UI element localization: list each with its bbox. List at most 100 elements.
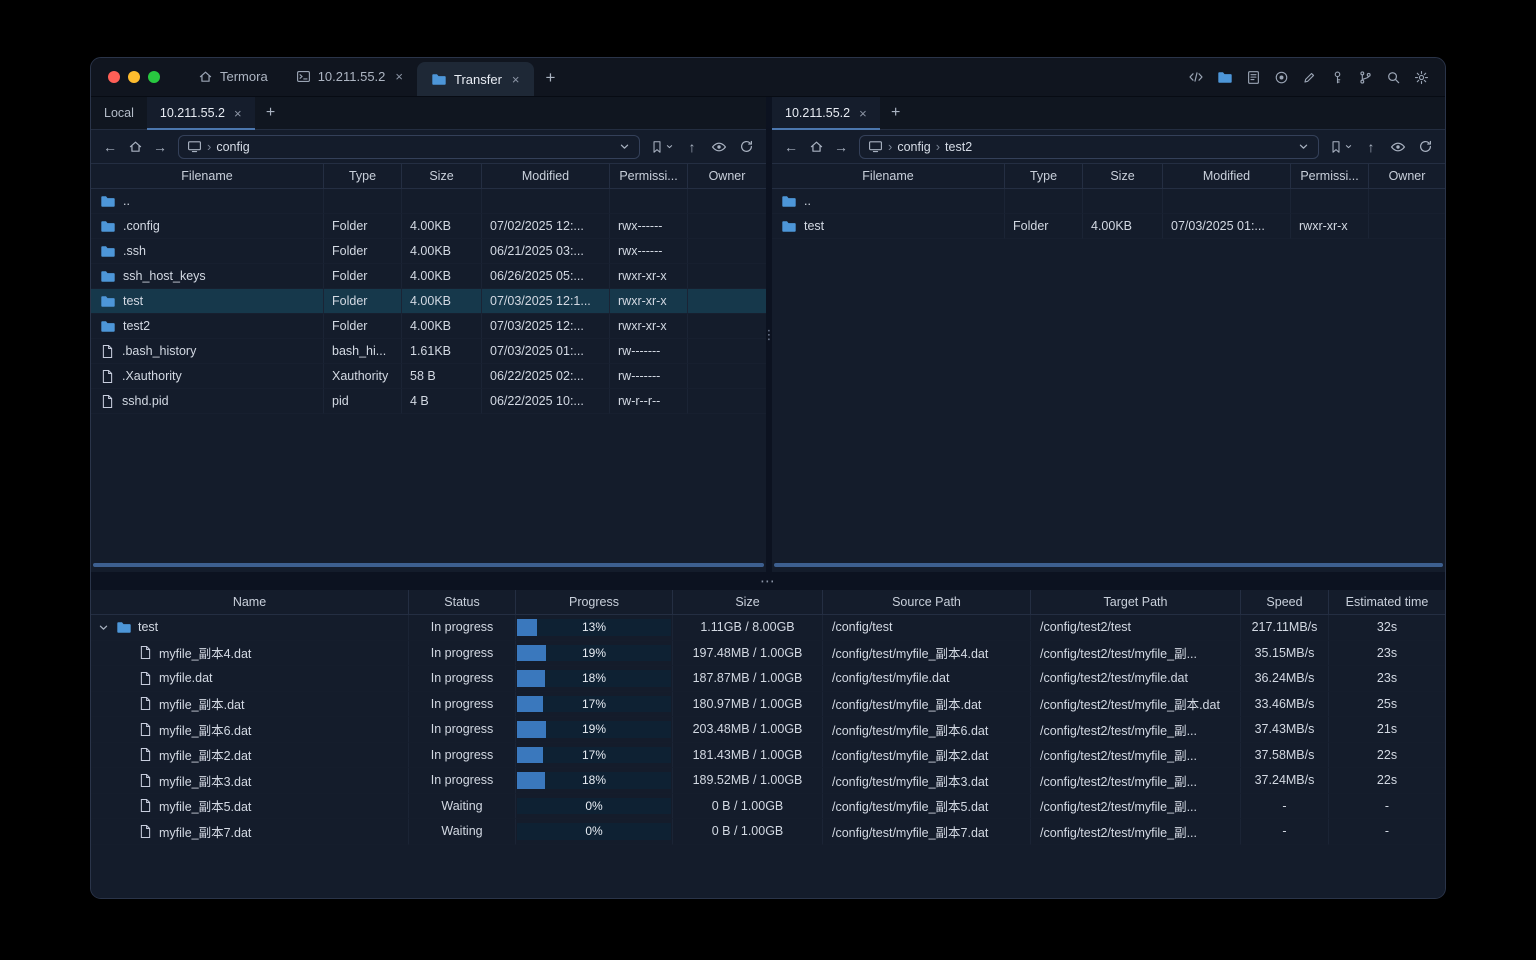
close-icon[interactable]: × <box>512 72 520 87</box>
panel-tab-10-211-55-2[interactable]: 10.211.55.2 × <box>772 97 880 130</box>
bookmark-button[interactable] <box>647 135 677 159</box>
column-header-progress[interactable]: Progress <box>516 590 673 614</box>
back-button[interactable]: ← <box>780 136 802 158</box>
column-header-owner[interactable]: Owner <box>688 164 766 188</box>
column-header-size[interactable]: Size <box>673 590 823 614</box>
record-icon[interactable] <box>1274 70 1289 85</box>
transfer-row[interactable]: test In progress 13% 1.11GB / 8.00GB/config… <box>91 615 1445 641</box>
file-type: Folder <box>324 314 402 339</box>
transfer-row[interactable]: myfile.dat In progress 18% 187.87MB / 1.00G… <box>91 666 1445 692</box>
column-header-estimated-time[interactable]: Estimated time <box>1329 590 1445 614</box>
new-panel-tab-button[interactable]: + <box>255 97 287 129</box>
path-dropdown-chevron-icon[interactable] <box>1297 140 1310 153</box>
column-header-size[interactable]: Size <box>1083 164 1163 188</box>
breadcrumb-item[interactable]: config <box>897 140 930 154</box>
folder-icon[interactable] <box>1217 69 1233 85</box>
settings-icon[interactable] <box>1414 70 1429 85</box>
close-icon[interactable]: × <box>859 106 867 121</box>
file-row[interactable]: test Folder 4.00KB 07/03/2025 01:... rwxr-xr… <box>772 214 1445 239</box>
app-tab-transfer[interactable]: Transfer × <box>417 62 534 96</box>
new-app-tab-button[interactable]: + <box>534 58 568 97</box>
transfer-eta: 22s <box>1329 743 1445 768</box>
app-tab-termora[interactable]: Termora <box>184 58 282 96</box>
file-row[interactable]: .bash_history bash_hi... 1.61KB 07/03/2025 … <box>91 339 766 364</box>
panel-tab-local[interactable]: Local <box>91 97 147 129</box>
transfer-row[interactable]: myfile_副本5.dat Waiting 0% 0 B / 1.00GB/conf… <box>91 793 1445 819</box>
zoom-window-button[interactable] <box>148 71 160 83</box>
expand-chevron-icon[interactable] <box>97 621 110 634</box>
column-header-target-path[interactable]: Target Path <box>1031 590 1241 614</box>
refresh-button[interactable] <box>1413 135 1437 159</box>
path-field[interactable]: › config <box>178 134 640 159</box>
key-icon[interactable] <box>1330 70 1345 85</box>
forward-button[interactable]: → <box>830 136 852 158</box>
path-field[interactable]: › config › test2 <box>859 134 1319 159</box>
transfer-row[interactable]: myfile_副本2.dat In progress 17% 181.43MB / 1… <box>91 742 1445 768</box>
log-icon[interactable] <box>1246 70 1261 85</box>
file-table-header: Filename Type Size Modified Permissi... Owner <box>772 163 1445 189</box>
column-header-modified[interactable]: Modified <box>1163 164 1291 188</box>
bookmark-button[interactable] <box>1326 135 1356 159</box>
file-row[interactable]: ssh_host_keys Folder 4.00KB 06/26/2025 05:.… <box>91 264 766 289</box>
file-row[interactable]: sshd.pid pid 4 B 06/22/2025 10:... rw-r--r-- <box>91 389 766 414</box>
column-header-type[interactable]: Type <box>1005 164 1083 188</box>
app-tab-10-211-55-2[interactable]: 10.211.55.2 × <box>282 58 417 96</box>
transfer-status: In progress <box>409 691 516 717</box>
file-row[interactable]: test Folder 4.00KB 07/03/2025 12:1... rwxr-x… <box>91 289 766 314</box>
transfer-row[interactable]: myfile_副本3.dat In progress 18% 189.52MB / 1… <box>91 768 1445 794</box>
pencil-icon[interactable] <box>1302 70 1317 85</box>
breadcrumb-item[interactable]: config <box>216 140 249 154</box>
transfer-row[interactable]: myfile_副本7.dat Waiting 0% 0 B / 1.00GB/conf… <box>91 819 1445 845</box>
show-hidden-files-button[interactable] <box>707 135 731 159</box>
column-header-status[interactable]: Status <box>409 590 516 614</box>
show-hidden-files-button[interactable] <box>1386 135 1410 159</box>
home-button[interactable] <box>124 136 146 158</box>
file-row[interactable]: test2 Folder 4.00KB 07/03/2025 12:... rwxr-x… <box>91 314 766 339</box>
panel-toolbar: ← → › config › test2 ↑ <box>772 130 1445 163</box>
panel-tab-10-211-55-2[interactable]: 10.211.55.2 × <box>146 97 255 130</box>
file-row[interactable]: .. <box>772 189 1445 214</box>
column-header-permissi[interactable]: Permissi... <box>610 164 688 188</box>
column-header-type[interactable]: Type <box>324 164 402 188</box>
branch-icon[interactable] <box>1358 70 1373 85</box>
close-window-button[interactable] <box>108 71 120 83</box>
file-name: .Xauthority <box>122 369 182 383</box>
code-icon[interactable] <box>1188 69 1204 85</box>
file-row[interactable]: .Xauthority Xauthority 58 B 06/22/2025 02:.… <box>91 364 766 389</box>
transfer-progress-cell: 0% <box>516 819 673 845</box>
back-button[interactable]: ← <box>99 136 121 158</box>
path-dropdown-chevron-icon[interactable] <box>618 140 631 153</box>
column-header-speed[interactable]: Speed <box>1241 590 1329 614</box>
column-header-modified[interactable]: Modified <box>482 164 610 188</box>
file-row[interactable]: .config Folder 4.00KB 07/02/2025 12:... rwx-… <box>91 214 766 239</box>
file-type <box>324 189 402 214</box>
column-header-filename[interactable]: Filename <box>91 164 324 188</box>
parent-directory-button[interactable]: ↑ <box>1359 135 1383 159</box>
parent-directory-button[interactable]: ↑ <box>680 135 704 159</box>
column-header-size[interactable]: Size <box>402 164 482 188</box>
breadcrumb-item[interactable]: test2 <box>945 140 972 154</box>
refresh-button[interactable] <box>734 135 758 159</box>
close-icon[interactable]: × <box>234 106 242 121</box>
forward-button[interactable]: → <box>149 136 171 158</box>
transfer-row[interactable]: myfile_副本4.dat In progress 19% 197.48MB / 1… <box>91 640 1445 666</box>
minimize-window-button[interactable] <box>128 71 140 83</box>
file-row[interactable]: .. <box>91 189 766 214</box>
column-header-name[interactable]: Name <box>91 590 409 614</box>
column-header-permissi[interactable]: Permissi... <box>1291 164 1369 188</box>
horizontal-scrollbar[interactable] <box>93 563 764 567</box>
horizontal-splitter[interactable]: ⋯ <box>91 572 1445 590</box>
home-button[interactable] <box>805 136 827 158</box>
close-icon[interactable]: × <box>395 69 403 84</box>
column-header-filename[interactable]: Filename <box>772 164 1005 188</box>
column-header-owner[interactable]: Owner <box>1369 164 1445 188</box>
transfer-row[interactable]: myfile_副本6.dat In progress 19% 203.48MB / 1… <box>91 717 1445 743</box>
search-icon[interactable] <box>1386 70 1401 85</box>
titlebar: Termora 10.211.55.2 × Transfer × + <box>91 58 1445 97</box>
new-panel-tab-button[interactable]: + <box>880 97 912 129</box>
horizontal-scrollbar[interactable] <box>774 563 1443 567</box>
app-tab-label: 10.211.55.2 <box>317 69 386 84</box>
file-row[interactable]: .ssh Folder 4.00KB 06/21/2025 03:... rwx----… <box>91 239 766 264</box>
transfer-row[interactable]: myfile_副本.dat In progress 17% 180.97MB / 1.… <box>91 691 1445 717</box>
column-header-source-path[interactable]: Source Path <box>823 590 1031 614</box>
